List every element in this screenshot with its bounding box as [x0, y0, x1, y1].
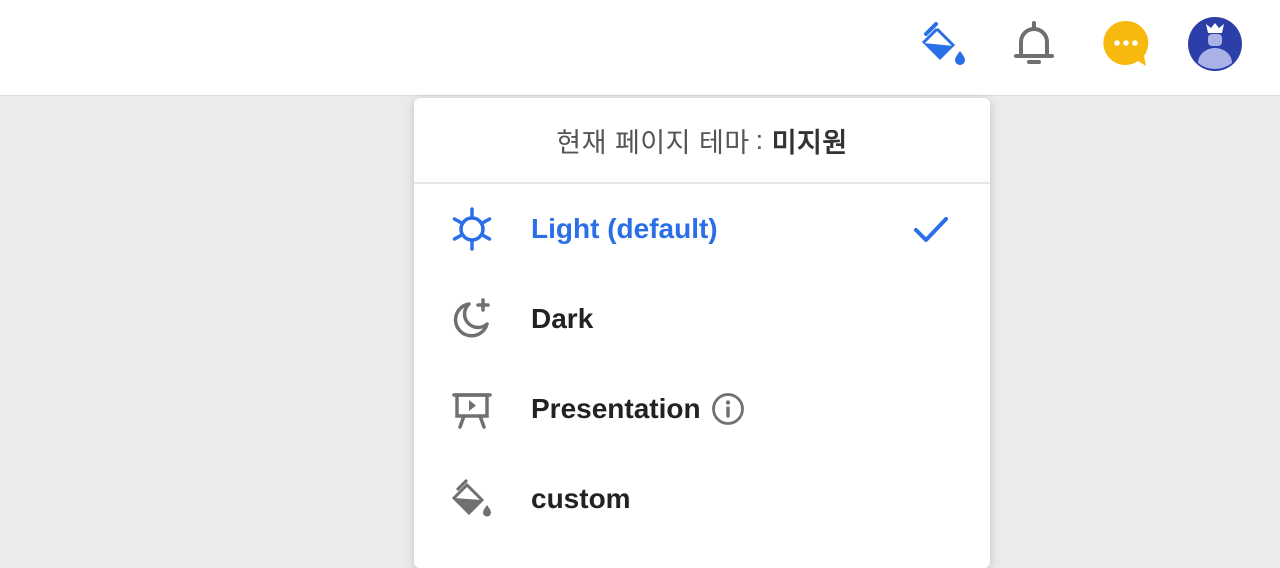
paint-bucket-icon — [448, 475, 496, 523]
check-icon — [911, 209, 951, 249]
bell-icon[interactable] — [1002, 12, 1066, 76]
theme-option-dark[interactable]: Dark — [414, 274, 990, 364]
theme-option-label: Light (default) — [531, 213, 718, 244]
paint-bucket-icon[interactable] — [910, 12, 974, 76]
theme-option-label: Presentation — [531, 393, 701, 424]
theme-option-light[interactable]: Light (default) — [414, 184, 990, 274]
top-bar — [0, 0, 1280, 96]
theme-dropdown: 현재 페이지 테마 : 미지원 Light (default) Dark Pre… — [414, 98, 990, 568]
info-icon[interactable] — [711, 392, 745, 426]
header-label: 현재 페이지 테마 — [556, 127, 750, 158]
presentation-icon — [448, 385, 496, 433]
header-separator: : — [755, 124, 764, 155]
chat-icon[interactable] — [1094, 12, 1158, 76]
theme-option-label: Dark — [531, 303, 594, 334]
theme-option-presentation[interactable]: Presentation — [414, 364, 990, 454]
theme-dropdown-header: 현재 페이지 테마 : 미지원 — [414, 98, 990, 184]
moon-icon — [448, 295, 496, 343]
theme-option-presentation-label: Presentation — [531, 392, 745, 426]
avatar[interactable] — [1183, 12, 1247, 76]
theme-option-custom[interactable]: custom — [414, 454, 990, 544]
sun-icon — [448, 205, 496, 253]
theme-option-label: custom — [531, 483, 631, 514]
current-theme-name: 미지원 — [771, 127, 848, 158]
